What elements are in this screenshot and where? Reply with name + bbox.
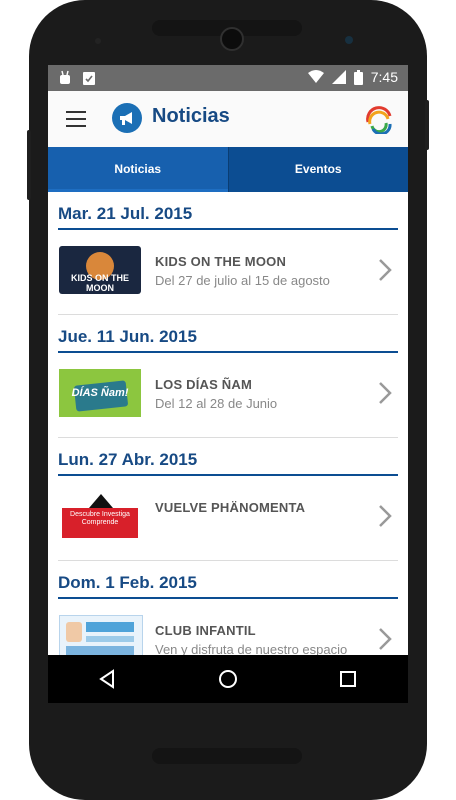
chevron-right-icon — [379, 382, 392, 404]
date-header-text: Mar. 21 Jul. 2015 — [58, 204, 193, 223]
date-header: Lun. 27 Abr. 2015 — [58, 438, 398, 476]
news-item[interactable]: Descubre Investiga Comprende VUELVE PHÄN… — [58, 476, 398, 561]
chevron-right-icon — [379, 628, 392, 650]
status-time: 7:45 — [370, 69, 398, 85]
news-thumbnail: KIDS ON THE MOON — [59, 246, 141, 294]
signal-icon — [331, 70, 346, 84]
volume-button — [27, 130, 31, 200]
news-title: KIDS ON THE MOON — [155, 254, 287, 269]
light-sensor — [345, 36, 353, 44]
date-header: Dom. 1 Feb. 2015 — [58, 561, 398, 599]
battery-icon — [353, 69, 363, 85]
news-title: LOS DÍAS ÑAM — [155, 377, 253, 392]
tab-noticias[interactable]: Noticias — [48, 147, 228, 192]
navigation-bar — [48, 655, 408, 703]
chevron-right-icon — [379, 505, 392, 527]
recents-icon[interactable] — [338, 669, 358, 689]
thumbnail-text: KIDS ON THE MOON — [70, 273, 129, 293]
news-subtitle: Del 27 de julio al 15 de agosto — [155, 273, 330, 288]
megaphone-icon — [112, 103, 142, 133]
brand-logo-icon[interactable] — [364, 104, 394, 134]
news-title: VUELVE PHÄNOMENTA — [155, 500, 306, 515]
back-icon[interactable] — [98, 669, 118, 689]
date-header-text: Lun. 27 Abr. 2015 — [58, 450, 198, 469]
page-title: Noticias — [152, 105, 230, 127]
screen: 7:45 Noticias Noticias Eventos Mar. 21 J… — [48, 65, 408, 703]
news-item[interactable]: KIDS ON THE MOON KIDS ON THE MOON Del 27… — [58, 230, 398, 315]
news-thumbnail — [59, 615, 143, 655]
date-header: Mar. 21 Jul. 2015 — [58, 192, 398, 230]
news-list: Mar. 21 Jul. 2015 KIDS ON THE MOON KIDS … — [48, 192, 408, 655]
news-item[interactable]: CLUB INFANTIL Ven y disfruta de nuestro … — [58, 599, 398, 655]
date-header-text: Jue. 11 Jun. 2015 — [58, 327, 197, 346]
power-button — [425, 100, 429, 150]
news-thumbnail: DÍAS Ñam! — [59, 369, 141, 417]
home-icon[interactable] — [218, 669, 238, 689]
news-item[interactable]: DÍAS Ñam! LOS DÍAS ÑAM Del 12 al 28 de J… — [58, 353, 398, 438]
proximity-sensor — [95, 38, 101, 44]
wifi-icon — [307, 70, 324, 83]
clipboard-check-icon — [83, 72, 95, 85]
date-header-text: Dom. 1 Feb. 2015 — [58, 573, 197, 592]
thumbnail-text: DÍAS Ñam! — [71, 387, 129, 399]
front-camera — [220, 27, 244, 51]
date-header: Jue. 11 Jun. 2015 — [58, 315, 398, 353]
news-title: CLUB INFANTIL — [155, 623, 256, 638]
chevron-right-icon — [379, 259, 392, 281]
tab-bar: Noticias Eventos — [48, 147, 408, 192]
app-bar: Noticias — [48, 91, 408, 147]
bottom-speaker — [152, 748, 302, 764]
menu-icon[interactable] — [66, 111, 86, 127]
news-subtitle: Del 12 al 28 de Junio — [155, 396, 278, 411]
news-subtitle: Ven y disfruta de nuestro espacio para l… — [155, 642, 348, 655]
android-debug-icon — [60, 70, 70, 84]
thumbnail-text: Descubre Investiga Comprende — [70, 511, 130, 526]
status-bar: 7:45 — [48, 65, 408, 91]
tab-eventos[interactable]: Eventos — [229, 147, 409, 192]
news-thumbnail: Descubre Investiga Comprende — [59, 492, 141, 540]
